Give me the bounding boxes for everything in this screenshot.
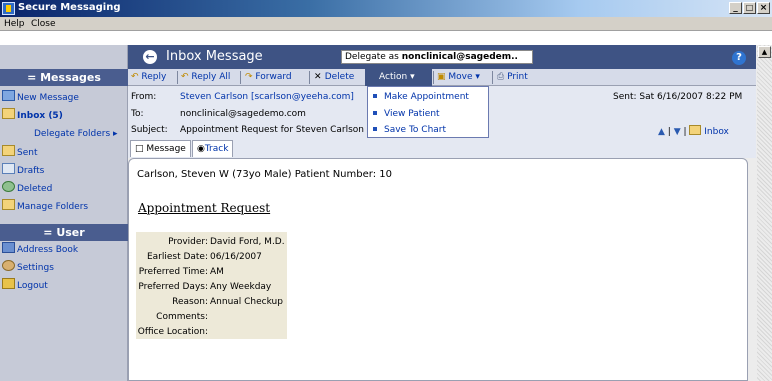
chevron-down-icon: ▾: [475, 72, 480, 82]
menu-item-save-to-chart[interactable]: Save To Chart: [373, 125, 446, 135]
toolbar-separator: [177, 71, 178, 84]
user-heading[interactable]: = User: [0, 224, 128, 241]
toolbar-separator: [240, 71, 241, 84]
restore-button[interactable]: □: [743, 2, 756, 14]
sidebar-item-settings[interactable]: Settings: [2, 260, 54, 276]
delete-x-icon: ✕: [314, 72, 325, 82]
sidebar-item-inbox[interactable]: Inbox (5): [2, 108, 63, 124]
from-value[interactable]: Steven Carlson [scarlson@yeeha.com]: [180, 92, 354, 102]
window-title: Secure Messaging: [18, 2, 121, 13]
sidebar-item-deleted[interactable]: Deleted: [2, 181, 52, 197]
folder-icon: [2, 199, 15, 210]
address-book-icon: [2, 242, 15, 253]
menu-help[interactable]: Help: [4, 19, 25, 29]
settings-icon: [2, 260, 15, 271]
table-row: Preferred Days: Any Weekday: [138, 282, 272, 292]
reply-button[interactable]: ↶ Reply: [131, 71, 166, 84]
table-row: Provider: David Ford, M.D.: [168, 237, 285, 247]
track-eye-icon: ◉: [197, 144, 205, 154]
bullet-icon: [373, 111, 377, 115]
bullet-icon: [373, 94, 377, 98]
sidebar-item-delegate-folders[interactable]: Delegate Folders ▸: [34, 126, 118, 142]
sent-date: Sent: Sat 6/16/2007 8:22 PM: [613, 92, 743, 102]
bullet-icon: [373, 127, 377, 131]
delete-button[interactable]: ✕ Delete: [314, 71, 354, 84]
sidebar-item-manage-folders[interactable]: Manage Folders: [2, 199, 88, 215]
move-folder-icon: ▣: [437, 72, 449, 82]
reply-icon: ↶: [131, 72, 142, 82]
chevron-down-icon: ▾: [410, 72, 415, 82]
forward-icon: ↷: [245, 72, 256, 82]
page-title: Inbox Message: [166, 49, 263, 64]
sidebar-item-drafts[interactable]: Drafts: [2, 163, 44, 179]
inbox-icon: [2, 108, 15, 119]
reply-all-icon: ↶: [181, 72, 192, 82]
drafts-icon: [2, 163, 15, 174]
subject-value: Appointment Request for Steven Carlson: [180, 125, 364, 135]
next-message-icon[interactable]: ▼: [674, 127, 681, 137]
table-row: Comments:: [156, 312, 208, 322]
sidebar-item-logout[interactable]: Logout: [2, 278, 48, 294]
from-label: From:: [131, 92, 157, 102]
back-arrow-icon[interactable]: ←: [143, 50, 157, 64]
inbox-link[interactable]: Inbox: [704, 127, 729, 137]
table-row: Reason: Annual Checkup: [172, 297, 283, 307]
sidebar-item-new-message[interactable]: New Message: [2, 90, 79, 106]
print-icon: ⎙: [497, 72, 508, 82]
to-label: To:: [131, 109, 144, 119]
menu-close[interactable]: Close: [31, 19, 56, 29]
document-icon: □: [135, 144, 147, 154]
new-message-icon: [2, 90, 15, 101]
help-icon[interactable]: ?: [732, 51, 746, 65]
move-button[interactable]: ▣ Move ▾: [437, 71, 480, 84]
close-window-button[interactable]: ×: [757, 2, 770, 14]
message-nav: ▲ | ▼ | Inbox: [658, 125, 729, 137]
delegate-select[interactable]: Delegate as nonclinical@sagedem..: [341, 50, 533, 64]
toolbar-separator: [433, 71, 434, 84]
tab-message[interactable]: □ Message: [130, 140, 191, 157]
minimize-button[interactable]: _: [729, 2, 742, 14]
table-row: Preferred Time: AM: [138, 267, 224, 277]
appointment-heading: Appointment Request: [138, 201, 271, 215]
logout-key-icon: [2, 278, 15, 289]
menu-bar: [0, 17, 772, 31]
patient-line: Carlson, Steven W (73yo Male) Patient Nu…: [137, 169, 392, 180]
vertical-scrollbar[interactable]: [757, 45, 772, 381]
forward-button[interactable]: ↷ Forward: [245, 71, 292, 84]
deleted-icon: [2, 181, 15, 192]
subject-label: Subject:: [131, 125, 168, 135]
sidebar-item-sent[interactable]: Sent: [2, 145, 37, 161]
toolbar-separator: [309, 71, 310, 84]
previous-message-icon[interactable]: ▲: [658, 127, 665, 137]
to-value: nonclinical@sagedemo.com: [180, 109, 306, 119]
menu-item-make-appointment[interactable]: Make Appointment: [373, 92, 469, 102]
print-button[interactable]: ⎙ Print: [497, 71, 528, 84]
action-button[interactable]: Action ▾: [365, 69, 432, 86]
messages-heading[interactable]: = Messages: [0, 69, 128, 86]
sidebar-item-address-book[interactable]: Address Book: [2, 242, 78, 258]
table-row: Office Location:: [137, 327, 208, 337]
app-icon: [2, 2, 15, 15]
toolbar-separator: [492, 71, 493, 84]
reply-all-button[interactable]: ↶ Reply All: [181, 71, 230, 84]
scroll-up-icon[interactable]: ▲: [758, 46, 771, 58]
tab-track[interactable]: ◉Track: [192, 140, 234, 157]
table-row: Earliest Date: 06/16/2007: [146, 252, 262, 262]
sent-folder-icon: [2, 145, 15, 156]
menu-item-view-patient[interactable]: View Patient: [373, 109, 440, 119]
folder-icon: [689, 125, 702, 135]
